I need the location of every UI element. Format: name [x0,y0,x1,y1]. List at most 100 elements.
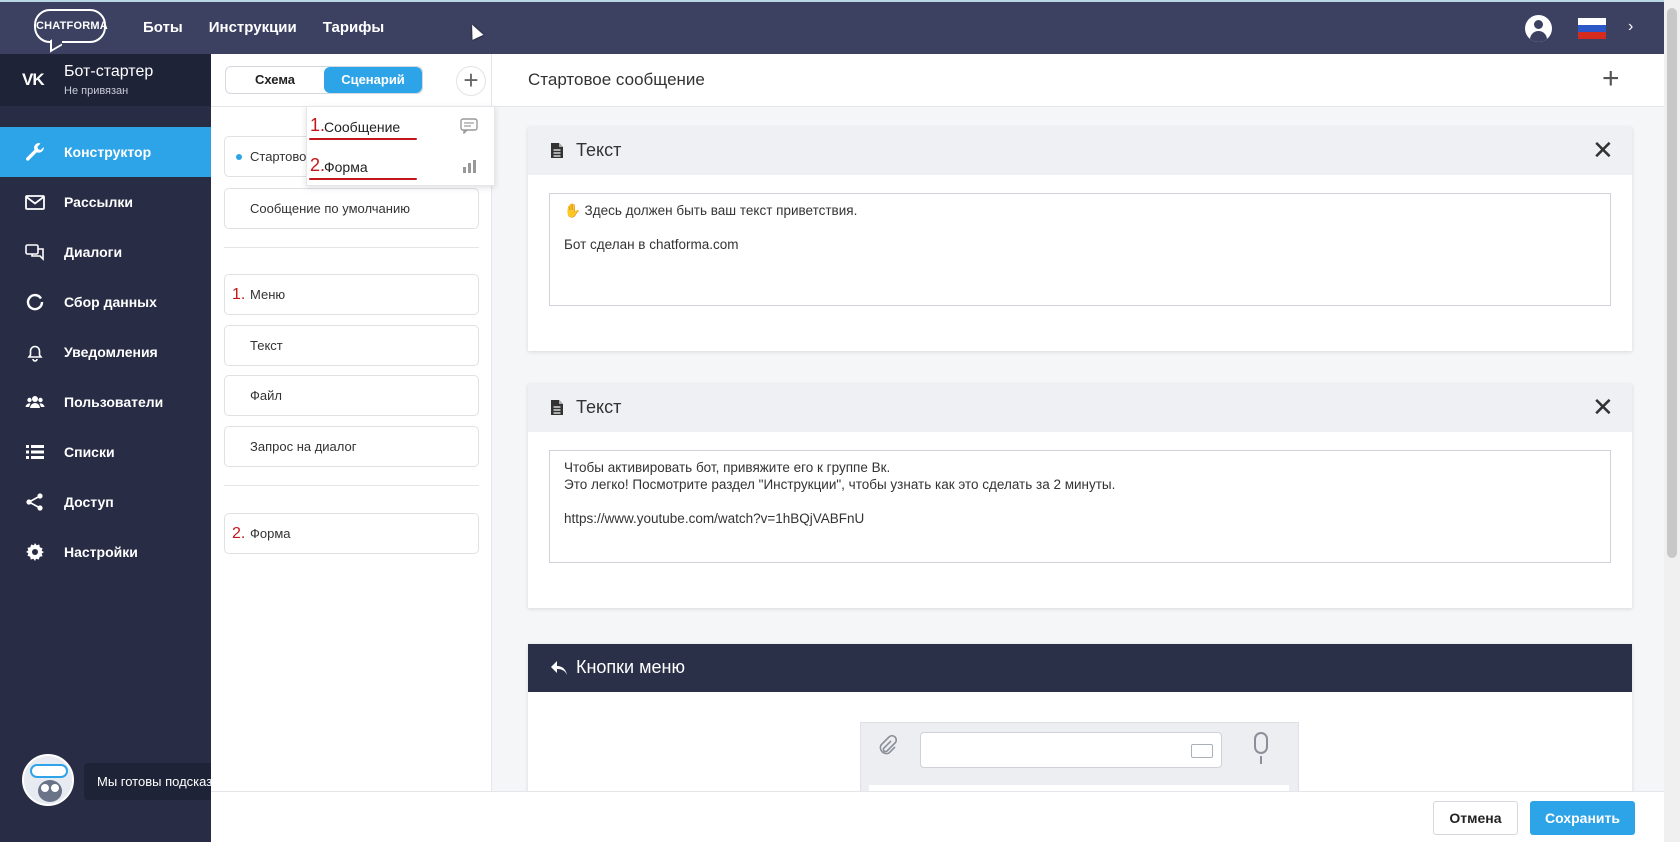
scroll-thumb[interactable] [1667,8,1677,558]
sidebar-item-label: Пользователи [64,394,164,410]
russian-flag-icon[interactable] [1578,18,1606,39]
menu-item-label: Сообщение [324,119,401,135]
chevron-right-icon[interactable]: › [1628,18,1633,36]
page-title: Стартовое сообщение [528,70,705,89]
annotation-underline [309,138,417,140]
text-line: Чтобы активировать бот, привяжите его к … [564,460,891,475]
add-dropdown-menu: 1. Сообщение 2. Форма [306,106,495,186]
topnav-bots[interactable]: Боты [130,2,196,54]
close-icon[interactable]: ✕ [1592,137,1614,163]
sidebar-item-access[interactable]: Доступ [0,477,211,527]
keyboard-icon [1191,744,1213,758]
bot-status: Не привязан [64,85,129,97]
sidebar-item-data-collection[interactable]: Сбор данных [0,277,211,327]
add-message-button[interactable]: + [456,66,486,96]
sidebar-item-label: Рассылки [64,194,133,210]
scenario-item-form[interactable]: 2. Форма [224,513,479,554]
user-account-icon[interactable] [1525,15,1552,42]
chat-icon [24,241,46,263]
sidebar-item-settings[interactable]: Настройки [0,527,211,577]
sidebar-item-constructor[interactable]: Конструктор [0,127,211,177]
sidebar-item-mailings[interactable]: Рассылки [0,177,211,227]
view-toggle: Схема Сценарий [225,66,423,94]
block-title: Кнопки меню [576,657,685,677]
topnav-tariffs[interactable]: Тарифы [310,2,397,54]
footer-bar: Отмена Сохранить [211,791,1664,842]
sidebar-item-label: Доступ [64,494,114,510]
scenario-item-label: Файл [250,388,282,403]
helper-avatar[interactable] [22,754,74,806]
wrench-icon [24,141,46,163]
scenario-item-label: Запрос на диалог [250,439,357,454]
sidebar-item-notifications[interactable]: Уведомления [0,327,211,377]
bar-chart-icon [460,158,478,174]
scenario-item-menu[interactable]: 1. Меню [224,274,479,315]
scenario-item-dialog-request[interactable]: Запрос на диалог [224,426,479,467]
bot-name: Бот-стартер [64,63,154,80]
scenario-item-file[interactable]: Файл [224,375,479,416]
text-line [564,493,1596,510]
close-icon[interactable]: ✕ [1592,394,1614,420]
add-block-button[interactable]: + [1602,62,1620,96]
save-button[interactable]: Сохранить [1530,801,1635,835]
envelope-icon [24,191,46,213]
message-textarea[interactable]: ✋ Здесь должен быть ваш текст приветстви… [549,193,1611,306]
text-line: Бот сделан в chatforma.com [564,237,739,252]
annotation-number: 1. [232,286,246,303]
sidebar-nav: Конструктор Рассылки Диалоги Сбор данных… [0,127,211,577]
vk-icon: VK [22,70,45,89]
text-block: Текст ✕ ✋ Здесь должен быть ваш текст пр… [528,127,1632,351]
active-dot-icon [236,154,242,160]
sidebar-item-dialogs[interactable]: Диалоги [0,227,211,277]
chatforma-logo[interactable]: CHATFORMA [34,9,108,43]
text-line: Это легко! Посмотрите раздел "Инструкции… [564,477,1116,492]
annotation-number: 1. [310,115,326,135]
scenario-item-label: Меню [250,287,286,302]
message-input[interactable] [920,732,1222,768]
cancel-button[interactable]: Отмена [1433,801,1518,835]
text-line [564,219,1596,236]
microphone-icon [1254,732,1268,764]
annotation-number: 2. [232,525,246,542]
sidebar-item-users[interactable]: Пользователи [0,377,211,427]
menu-item-message[interactable]: 1. Сообщение [307,107,496,147]
scenario-item-text[interactable]: Текст [224,325,479,366]
tab-scenario[interactable]: Сценарий [324,67,422,93]
text-line: https://www.youtube.com/watch?v=1hBQjVAB… [564,511,865,526]
topnav-instructions[interactable]: Инструкции [196,2,310,54]
block-title: Текст [576,140,622,160]
document-icon [551,400,563,415]
reply-icon [551,661,567,675]
scenario-item-label: Сообщение по умолчанию [250,201,410,216]
text-line: ✋ Здесь должен быть ваш текст приветстви… [564,203,858,218]
bot-header[interactable]: VK Бот-стартер Не привязан [0,54,211,106]
content-header: Стартовое сообщение + [492,54,1664,107]
phone-preview [860,722,1299,793]
list-icon [24,441,46,463]
refresh-icon [24,291,46,313]
top-nav: Боты Инструкции Тарифы [130,2,397,54]
menu-item-form[interactable]: 2. Форма [307,147,496,187]
sidebar-item-lists[interactable]: Списки [0,427,211,477]
gear-icon [24,541,46,563]
comment-icon [460,118,478,135]
divider [224,485,479,486]
scrollbar[interactable] [1664,0,1680,842]
sidebar: VK Бот-стартер Не привязан Конструктор Р… [0,54,211,842]
users-icon [24,391,46,413]
scenario-item-label: Форма [250,526,291,541]
sidebar-item-label: Настройки [64,544,138,560]
content-area: Стартовое сообщение + Текст ✕ ✋ Здесь до… [492,54,1664,842]
scenario-item-label: Стартово [250,149,307,164]
bell-icon [24,341,46,363]
share-icon [24,491,46,513]
message-textarea[interactable]: Чтобы активировать бот, привяжите его к … [549,450,1611,563]
top-bar: CHATFORMA Боты Инструкции Тарифы › [0,0,1664,54]
tab-scheme[interactable]: Схема [226,67,324,93]
scenario-item-label: Текст [250,338,283,353]
menu-item-label: Форма [324,159,368,175]
block-title: Текст [576,397,622,417]
text-block: Текст ✕ Чтобы активировать бот, привяжит… [528,384,1632,608]
sidebar-item-label: Списки [64,444,115,460]
scenario-item-default[interactable]: Сообщение по умолчанию [224,188,479,229]
